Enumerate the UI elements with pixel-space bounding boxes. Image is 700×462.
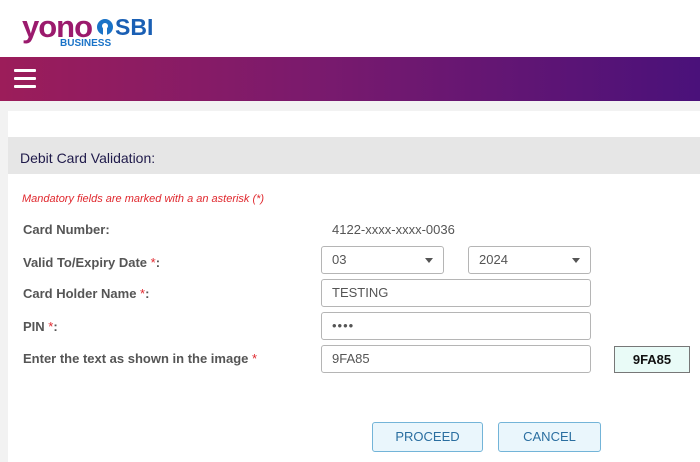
proceed-button[interactable]: PROCEED: [372, 422, 483, 452]
logo-sbi-text: SBI: [115, 14, 154, 40]
expiry-year-select[interactable]: 2024: [468, 246, 591, 274]
expiry-month-select[interactable]: 03: [321, 246, 444, 274]
label-colon: :: [53, 319, 58, 334]
logo-business-text: BUSINESS: [60, 38, 112, 49]
expiry-month-value: 03: [332, 252, 347, 267]
card-holder-name-label: Card Holder Name *:: [23, 286, 149, 301]
pin-input[interactable]: ••••: [321, 312, 591, 340]
captcha-label: Enter the text as shown in the image *: [23, 351, 257, 366]
captcha-image: 9FA85: [614, 346, 690, 373]
section-title: Debit Card Validation:: [20, 150, 156, 166]
expiry-year-value: 2024: [479, 252, 508, 267]
chevron-down-icon: [572, 258, 580, 263]
top-nav-bar: [0, 57, 700, 101]
sbi-logo-icon: [97, 19, 113, 35]
expiry-date-label: Valid To/Expiry Date *:: [23, 255, 160, 270]
card-holder-name-input[interactable]: TESTING: [321, 279, 591, 307]
app-header: yono SBI BUSINESS: [0, 0, 700, 57]
required-asterisk: *: [252, 351, 258, 366]
chevron-down-icon: [425, 258, 433, 263]
captcha-input[interactable]: 9FA85: [321, 345, 591, 373]
label-colon: :: [145, 286, 150, 301]
pin-label-text: PIN: [23, 319, 45, 334]
mandatory-fields-note: Mandatory fields are marked with a an as…: [22, 193, 265, 205]
expiry-date-label-text: Valid To/Expiry Date: [23, 255, 148, 270]
cancel-button[interactable]: CANCEL: [498, 422, 601, 452]
card-holder-name-label-text: Card Holder Name: [23, 286, 137, 301]
hamburger-menu-icon[interactable]: [14, 69, 36, 89]
card-number-label: Card Number:: [23, 222, 110, 237]
label-colon: :: [155, 255, 161, 270]
captcha-label-text: Enter the text as shown in the image: [23, 351, 249, 366]
card-number-value: 4122-xxxx-xxxx-0036: [332, 222, 455, 237]
yono-sbi-logo[interactable]: yono SBI BUSINESS: [22, 8, 162, 54]
pin-label: PIN *:: [23, 319, 58, 334]
